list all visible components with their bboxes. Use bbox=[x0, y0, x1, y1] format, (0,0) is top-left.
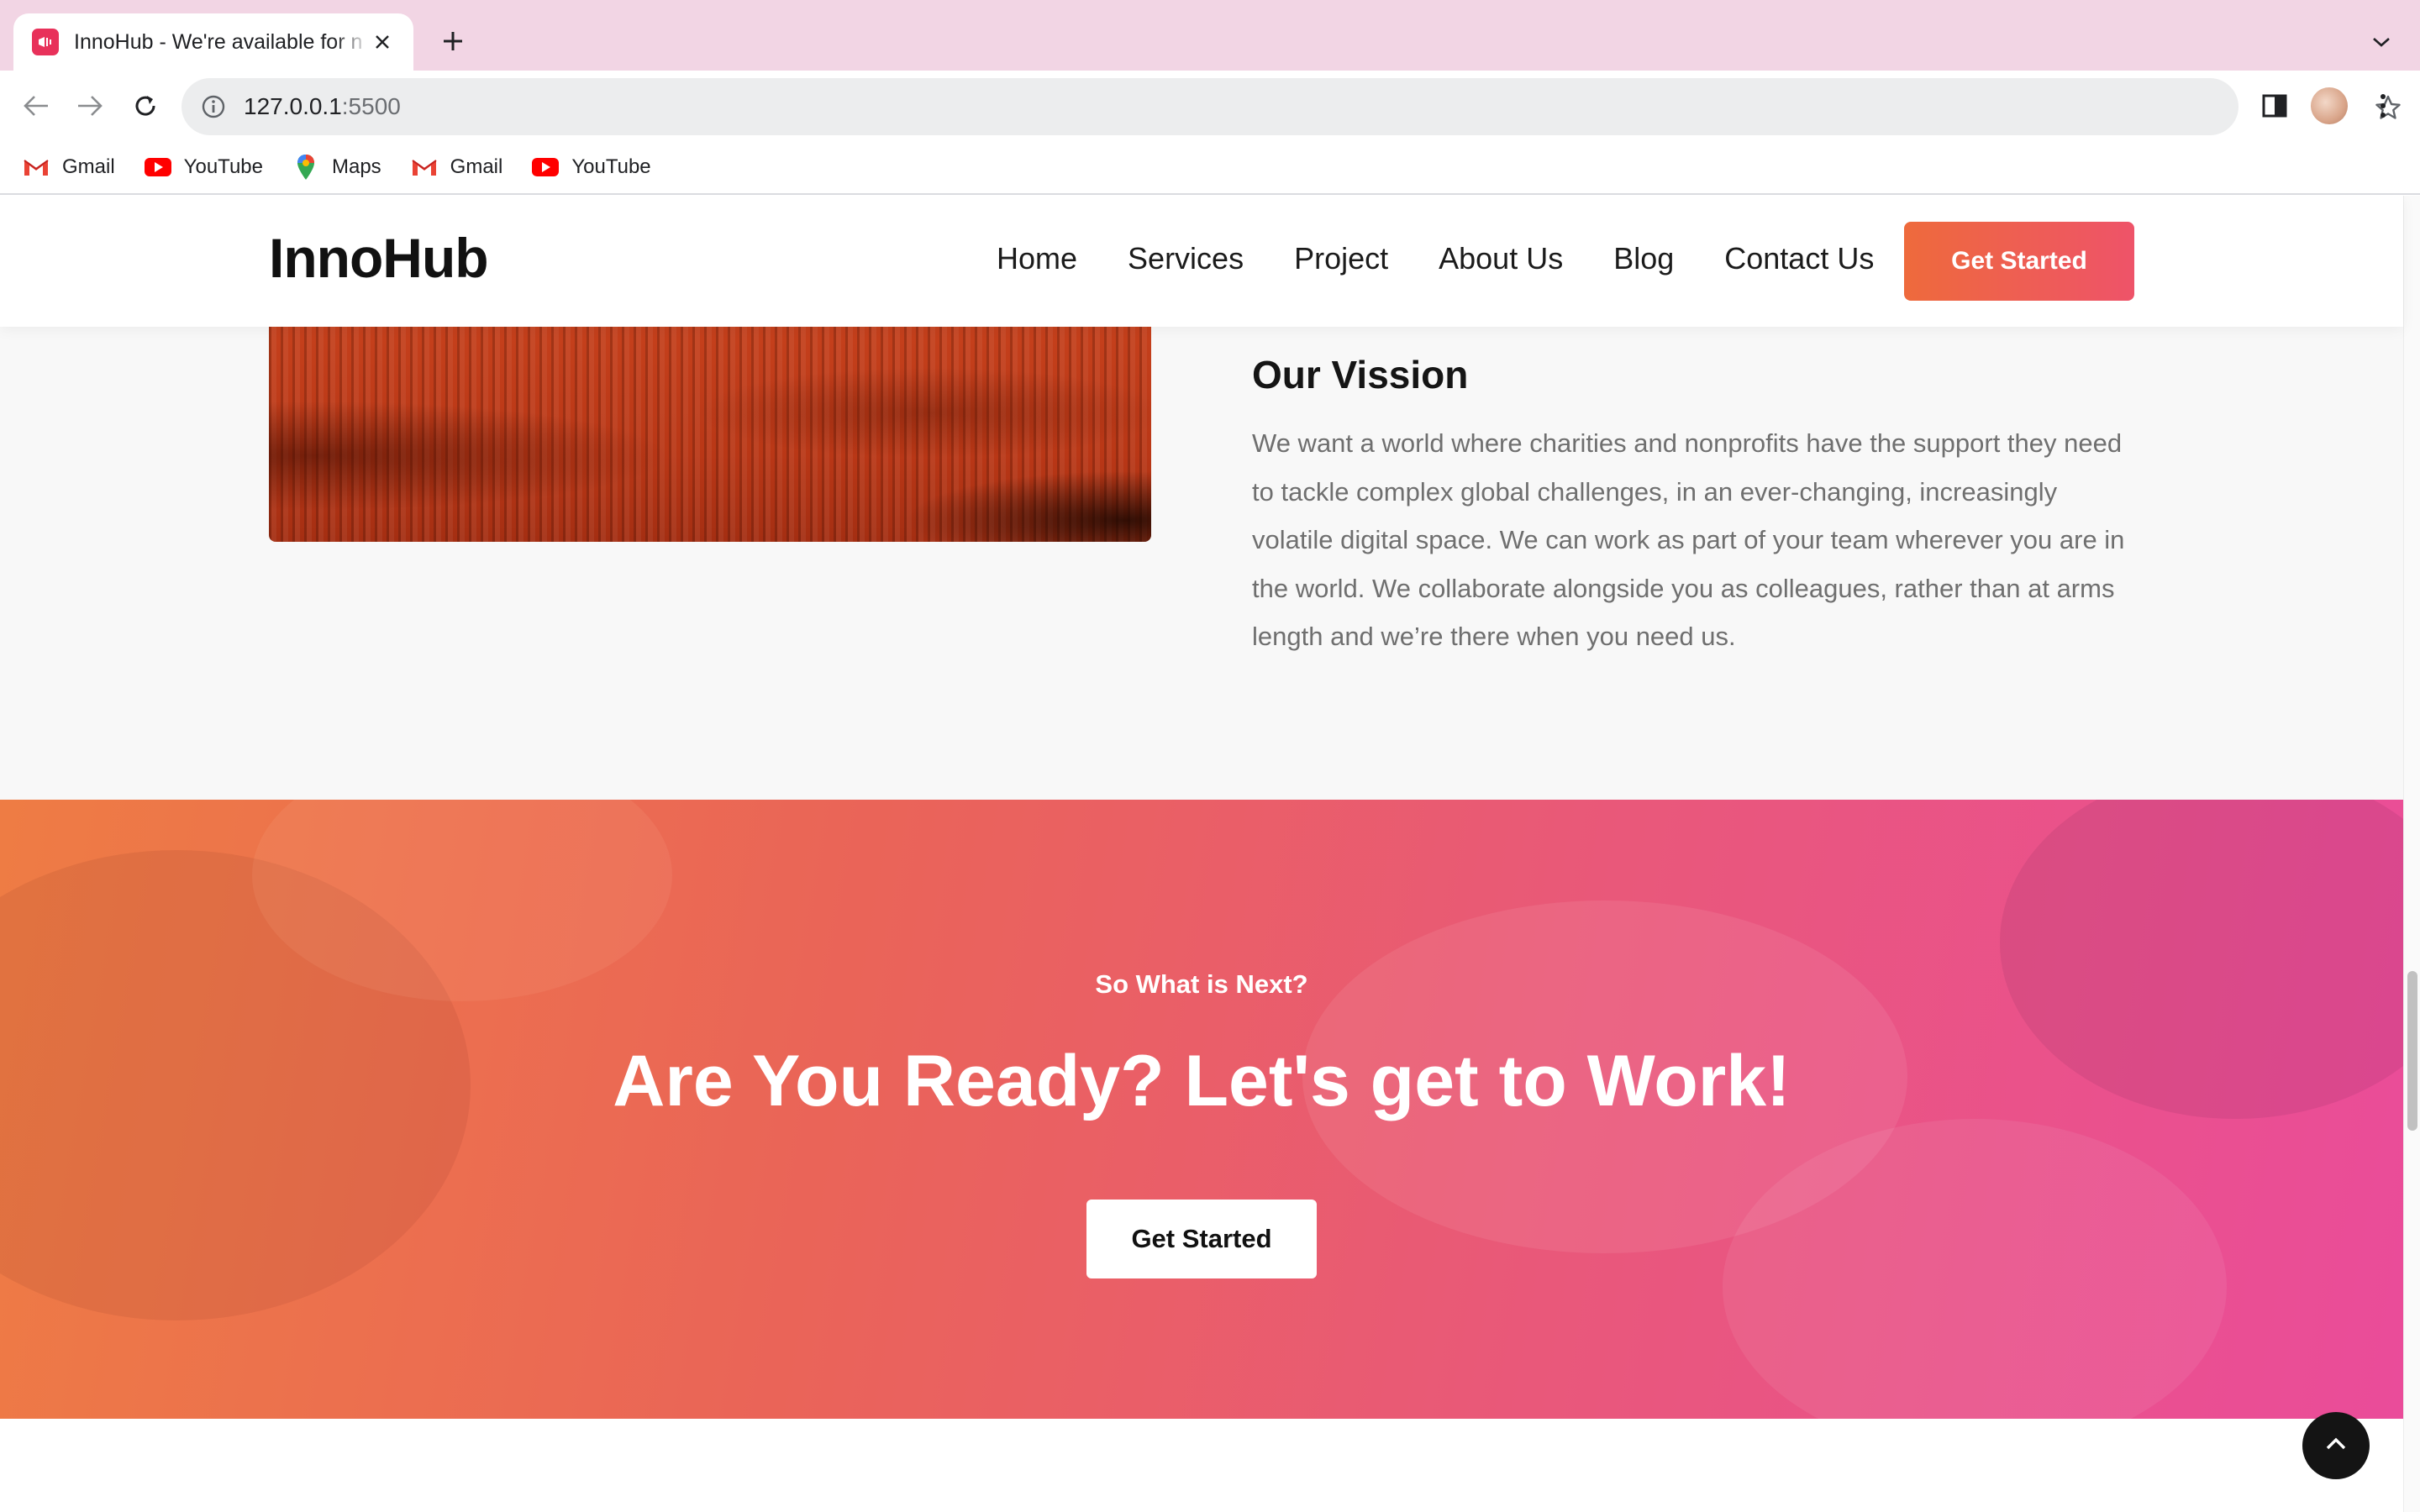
nav-blog[interactable]: Blog bbox=[1613, 241, 1674, 276]
youtube-icon bbox=[144, 155, 172, 180]
url-text: 127.0.0.1:5500 bbox=[244, 93, 401, 120]
bookmark-youtube-2[interactable]: YouTube bbox=[531, 155, 651, 180]
cta-kicker: So What is Next? bbox=[1095, 969, 1308, 999]
scrollbar-thumb[interactable] bbox=[2407, 971, 2417, 1131]
gmail-icon bbox=[22, 155, 50, 180]
more-menu-icon[interactable] bbox=[2366, 88, 2400, 123]
url-port: :5500 bbox=[341, 93, 401, 119]
bookmark-youtube[interactable]: YouTube bbox=[144, 155, 263, 180]
chevron-down-icon[interactable] bbox=[2365, 25, 2398, 59]
bookmark-gmail[interactable]: Gmail bbox=[22, 155, 115, 180]
bookmark-label: YouTube bbox=[571, 155, 651, 178]
back-arrow-icon[interactable] bbox=[18, 88, 54, 123]
nav-home[interactable]: Home bbox=[997, 241, 1077, 276]
page-viewport: InnoHub Home Services Project About Us B… bbox=[0, 196, 2420, 1512]
header-get-started-button[interactable]: Get Started bbox=[1904, 222, 2134, 301]
gmail-icon bbox=[410, 155, 439, 180]
forward-arrow-icon[interactable] bbox=[72, 88, 108, 123]
bookmark-label: Gmail bbox=[450, 155, 503, 178]
vision-title: Our Vission bbox=[1252, 353, 1469, 396]
tab-title: InnoHub - We're available for n bbox=[74, 29, 363, 54]
address-bar[interactable]: 127.0.0.1:5500 bbox=[182, 78, 2401, 135]
nav-contact-us[interactable]: Contact Us bbox=[1724, 241, 1874, 276]
bookmark-maps[interactable]: Maps bbox=[292, 155, 381, 180]
side-panel-icon[interactable] bbox=[2257, 88, 2292, 123]
browser-tab-strip: InnoHub - We're available for n bbox=[0, 0, 2420, 71]
vision-image bbox=[269, 327, 1151, 542]
site-header: InnoHub Home Services Project About Us B… bbox=[0, 196, 2403, 327]
youtube-icon bbox=[531, 155, 560, 180]
nav-services[interactable]: Services bbox=[1128, 241, 1244, 276]
bookmark-label: YouTube bbox=[183, 155, 263, 178]
nav-about-us[interactable]: About Us bbox=[1439, 241, 1563, 276]
bookmarks-bar: Gmail YouTube Maps Gmail YouTube bbox=[0, 141, 2420, 195]
new-tab-icon[interactable] bbox=[437, 25, 469, 57]
maps-icon bbox=[292, 155, 320, 180]
reload-icon[interactable] bbox=[128, 88, 163, 123]
profile-avatar[interactable] bbox=[2311, 87, 2348, 124]
close-tab-icon[interactable] bbox=[370, 29, 395, 55]
cta-section: So What is Next? Are You Ready? Let's ge… bbox=[0, 800, 2403, 1419]
main-nav: Home Services Project About Us Blog Cont… bbox=[997, 241, 1874, 276]
site-info-icon[interactable] bbox=[198, 92, 229, 122]
bookmark-label: Maps bbox=[331, 155, 381, 178]
chevron-up-icon bbox=[2325, 1436, 2347, 1456]
cta-heading: Are You Ready? Let's get to Work! bbox=[613, 1041, 1791, 1121]
browser-tab[interactable]: InnoHub - We're available for n bbox=[13, 13, 413, 71]
vision-section: Our Vission We want a world where charit… bbox=[0, 327, 2403, 800]
url-host: 127.0.0.1 bbox=[244, 93, 342, 119]
bookmark-label: Gmail bbox=[62, 155, 115, 178]
site-logo[interactable]: InnoHub bbox=[269, 226, 489, 290]
vision-text: We want a world where charities and nonp… bbox=[1252, 428, 2125, 651]
bookmark-gmail-2[interactable]: Gmail bbox=[410, 155, 503, 180]
site-favicon-icon bbox=[32, 29, 59, 55]
nav-project[interactable]: Project bbox=[1294, 241, 1388, 276]
page-scrollbar[interactable] bbox=[2403, 196, 2420, 1512]
back-to-top-button[interactable] bbox=[2302, 1412, 2370, 1479]
get-started-button[interactable]: Get Started bbox=[1086, 1200, 1317, 1278]
browser-toolbar: 127.0.0.1:5500 bbox=[0, 71, 2420, 141]
